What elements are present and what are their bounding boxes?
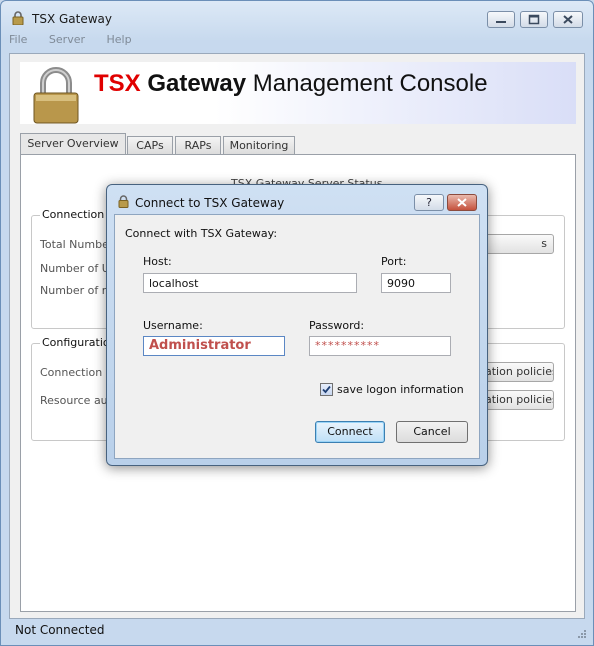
maximize-button[interactable] xyxy=(520,11,548,28)
connect-dialog: Connect to TSX Gateway ? Connect with TS… xyxy=(106,184,488,466)
host-label: Host: xyxy=(143,255,172,268)
password-input[interactable]: ********** xyxy=(309,336,451,356)
connect-button[interactable]: Connect xyxy=(315,421,385,443)
save-logon-checkbox[interactable] xyxy=(320,383,333,396)
password-label: Password: xyxy=(309,319,365,332)
status-bar-text: Not Connected xyxy=(15,623,105,637)
port-input[interactable] xyxy=(381,273,451,293)
dialog-body: Connect with TSX Gateway: Host: Port: Us… xyxy=(114,214,480,459)
close-icon xyxy=(457,198,467,207)
padlock-logo-icon xyxy=(33,67,79,124)
host-input[interactable] xyxy=(143,273,357,293)
dialog-close-button[interactable] xyxy=(447,194,477,211)
save-logon-label[interactable]: save logon information xyxy=(337,383,464,396)
instruction-label: Connect with TSX Gateway: xyxy=(125,227,278,240)
lock-icon xyxy=(118,195,129,208)
tab-caps[interactable]: CAPs xyxy=(127,136,173,154)
banner-title: TSX Gateway Management Console xyxy=(94,70,488,97)
window-title: TSX Gateway xyxy=(32,12,112,26)
title-bar[interactable]: TSX Gateway xyxy=(1,1,593,31)
minimize-button[interactable] xyxy=(487,11,515,28)
username-label: Username: xyxy=(143,319,203,332)
menu-help[interactable]: Help xyxy=(107,33,132,46)
tab-monitoring[interactable]: Monitoring xyxy=(223,136,295,154)
close-icon xyxy=(563,15,573,24)
port-label: Port: xyxy=(381,255,407,268)
checkmark-icon xyxy=(322,385,331,394)
help-button[interactable]: ? xyxy=(414,194,444,211)
connection-authorization-policies-button[interactable]: ation policies xyxy=(478,362,554,382)
close-window-button[interactable] xyxy=(553,11,583,28)
details-button[interactable]: s xyxy=(478,234,554,254)
resource-authorization-policies-button[interactable]: ation policies xyxy=(478,390,554,410)
header-banner: TSX Gateway Management Console xyxy=(20,62,576,124)
minimize-icon xyxy=(496,21,506,23)
menu-server[interactable]: Server xyxy=(49,33,85,46)
username-input[interactable]: Administrator xyxy=(143,336,285,356)
menu-file[interactable]: File xyxy=(9,33,27,46)
resize-grip-icon[interactable] xyxy=(577,629,587,639)
tab-server-overview[interactable]: Server Overview xyxy=(20,133,126,155)
menu-bar: File Server Help xyxy=(9,33,150,51)
lock-icon xyxy=(12,11,24,25)
cancel-button[interactable]: Cancel xyxy=(396,421,468,443)
dialog-title: Connect to TSX Gateway xyxy=(135,196,285,210)
maximize-icon xyxy=(528,14,540,25)
tab-raps[interactable]: RAPs xyxy=(175,136,221,154)
